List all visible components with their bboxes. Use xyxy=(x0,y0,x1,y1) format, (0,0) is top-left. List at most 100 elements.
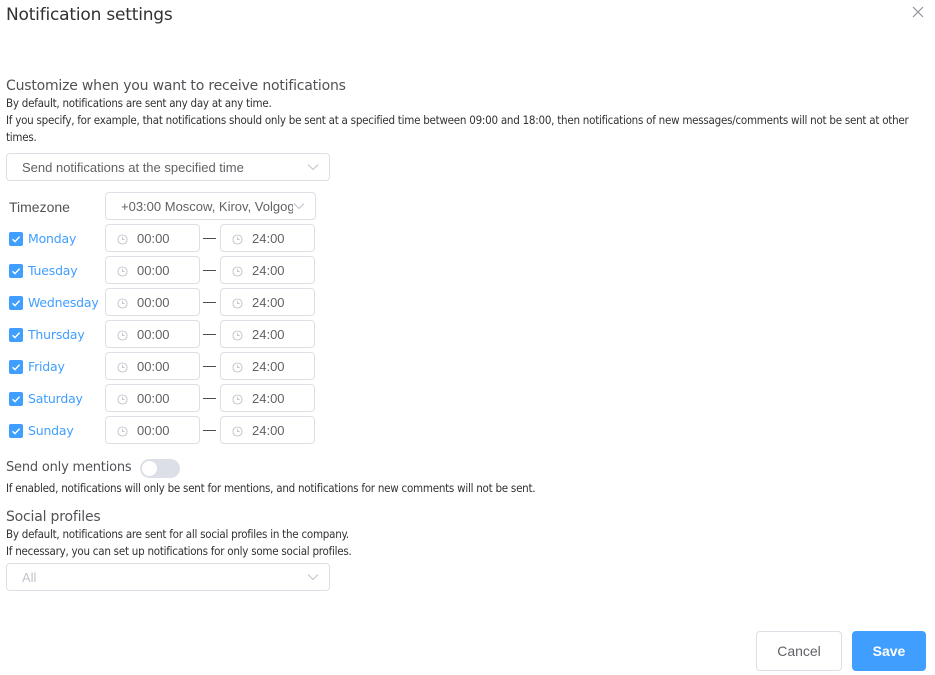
time-from-value: 00:00 xyxy=(137,326,170,342)
social-profiles-desc-default: By default, notifications are sent for a… xyxy=(6,527,349,541)
clock-icon xyxy=(117,329,128,341)
clock-icon xyxy=(117,265,128,277)
time-to-input[interactable]: 24:00 xyxy=(220,288,315,316)
social-profiles-desc-setup: If necessary, you can set up notificatio… xyxy=(6,544,352,558)
time-from-input[interactable]: 00:00 xyxy=(105,384,200,412)
time-from-input[interactable]: 00:00 xyxy=(105,320,200,348)
clock-icon xyxy=(232,425,243,437)
time-to-input[interactable]: 24:00 xyxy=(220,416,315,444)
day-row-friday: Friday 00:00 — 24:00 xyxy=(0,352,330,382)
time-to-input[interactable]: 24:00 xyxy=(220,352,315,380)
time-from-value: 00:00 xyxy=(137,230,170,246)
close-icon xyxy=(912,6,924,18)
checkmark-icon xyxy=(12,364,21,371)
time-to-input[interactable]: 24:00 xyxy=(220,224,315,252)
schedule-mode-value: Send notifications at the specified time xyxy=(22,159,244,175)
clock-icon xyxy=(232,361,243,373)
cancel-button[interactable]: Cancel xyxy=(756,631,842,671)
day-row-thursday: Thursday 00:00 — 24:00 xyxy=(0,320,330,350)
toggle-knob xyxy=(142,461,157,476)
checkmark-icon xyxy=(12,236,21,243)
clock-icon xyxy=(232,329,243,341)
time-from-value: 00:00 xyxy=(137,262,170,278)
day-checkbox[interactable] xyxy=(9,424,23,438)
day-checkbox[interactable] xyxy=(9,360,23,374)
time-from-input[interactable]: 00:00 xyxy=(105,416,200,444)
dialog-title: Notification settings xyxy=(6,5,173,25)
timezone-select[interactable]: +03:00 Moscow, Kirov, Volgogr xyxy=(105,192,316,220)
chevron-down-icon xyxy=(307,574,319,581)
day-row-saturday: Saturday 00:00 — 24:00 xyxy=(0,384,330,414)
day-checkbox[interactable] xyxy=(9,232,23,246)
day-label[interactable]: Tuesday xyxy=(28,263,78,278)
time-range-separator: — xyxy=(203,262,216,277)
time-to-input[interactable]: 24:00 xyxy=(220,384,315,412)
day-label[interactable]: Saturday xyxy=(28,391,83,406)
checkmark-icon xyxy=(12,332,21,339)
day-row-wednesday: Wednesday 00:00 — 24:00 xyxy=(0,288,330,318)
close-button[interactable] xyxy=(911,5,925,19)
checkmark-icon xyxy=(12,428,21,435)
time-to-value: 24:00 xyxy=(252,422,285,438)
clock-icon xyxy=(117,393,128,405)
schedule-desc-example: If you specify, for example, that notifi… xyxy=(6,113,909,144)
social-profiles-heading: Social profiles xyxy=(6,509,101,525)
timezone-label: Timezone xyxy=(9,199,70,215)
send-only-mentions-toggle[interactable] xyxy=(140,459,180,478)
time-range-separator: — xyxy=(203,422,216,437)
time-from-input[interactable]: 00:00 xyxy=(105,256,200,284)
clock-icon xyxy=(117,361,128,373)
clock-icon xyxy=(232,233,243,245)
time-from-input[interactable]: 00:00 xyxy=(105,352,200,380)
time-range-separator: — xyxy=(203,390,216,405)
time-from-value: 00:00 xyxy=(137,422,170,438)
time-to-value: 24:00 xyxy=(252,230,285,246)
day-row-tuesday: Tuesday 00:00 — 24:00 xyxy=(0,256,330,286)
save-button[interactable]: Save xyxy=(852,631,926,671)
mentions-desc: If enabled, notifications will only be s… xyxy=(6,481,536,495)
chevron-down-icon xyxy=(293,203,305,210)
day-checkbox[interactable] xyxy=(9,264,23,278)
schedule-desc-default: By default, notifications are sent any d… xyxy=(6,96,272,110)
time-to-value: 24:00 xyxy=(252,262,285,278)
day-label[interactable]: Sunday xyxy=(28,423,74,438)
time-range-separator: — xyxy=(203,230,216,245)
checkmark-icon xyxy=(12,268,21,275)
time-to-value: 24:00 xyxy=(252,358,285,374)
clock-icon xyxy=(117,297,128,309)
social-profiles-select[interactable]: All xyxy=(6,563,330,591)
time-from-value: 00:00 xyxy=(137,358,170,374)
time-range-separator: — xyxy=(203,294,216,309)
day-checkbox[interactable] xyxy=(9,328,23,342)
checkmark-icon xyxy=(12,396,21,403)
time-to-value: 24:00 xyxy=(252,390,285,406)
clock-icon xyxy=(232,297,243,309)
send-only-mentions-label: Send only mentions xyxy=(6,460,132,475)
time-range-separator: — xyxy=(203,326,216,341)
day-label[interactable]: Wednesday xyxy=(28,295,99,310)
day-label[interactable]: Monday xyxy=(28,231,76,246)
day-label[interactable]: Friday xyxy=(28,359,65,374)
time-from-input[interactable]: 00:00 xyxy=(105,288,200,316)
time-to-value: 24:00 xyxy=(252,294,285,310)
time-range-separator: — xyxy=(203,358,216,373)
clock-icon xyxy=(232,265,243,277)
time-to-value: 24:00 xyxy=(252,326,285,342)
time-to-input[interactable]: 24:00 xyxy=(220,320,315,348)
day-row-sunday: Sunday 00:00 — 24:00 xyxy=(0,416,330,446)
checkmark-icon xyxy=(12,300,21,307)
time-from-input[interactable]: 00:00 xyxy=(105,224,200,252)
timezone-value: +03:00 Moscow, Kirov, Volgogr xyxy=(121,198,293,214)
clock-icon xyxy=(117,425,128,437)
day-checkbox[interactable] xyxy=(9,392,23,406)
time-from-value: 00:00 xyxy=(137,294,170,310)
clock-icon xyxy=(117,233,128,245)
social-profiles-value: All xyxy=(22,569,37,585)
clock-icon xyxy=(232,393,243,405)
day-label[interactable]: Thursday xyxy=(28,327,85,342)
chevron-down-icon xyxy=(307,164,319,171)
time-from-value: 00:00 xyxy=(137,390,170,406)
time-to-input[interactable]: 24:00 xyxy=(220,256,315,284)
day-checkbox[interactable] xyxy=(9,296,23,310)
schedule-mode-select[interactable]: Send notifications at the specified time xyxy=(6,153,330,181)
